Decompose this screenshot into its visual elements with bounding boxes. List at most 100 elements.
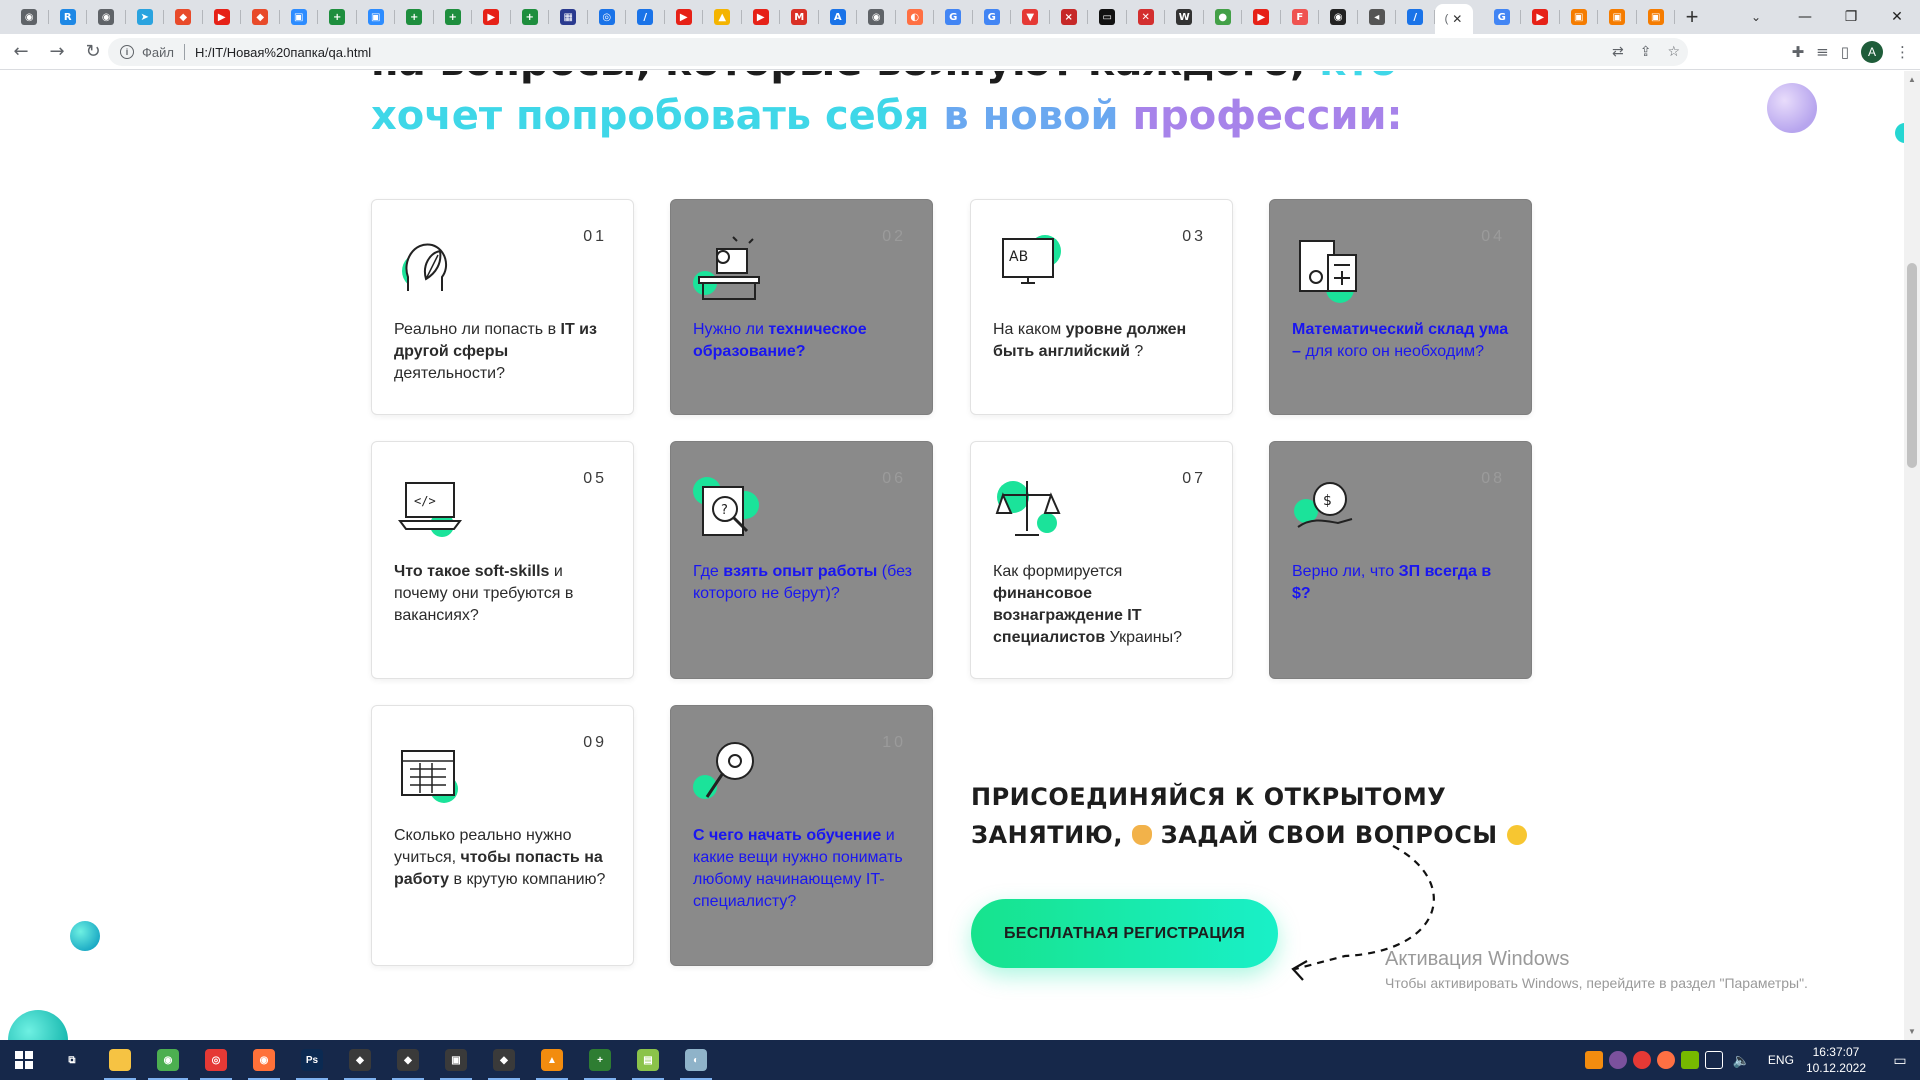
- pinned-tab[interactable]: ◆: [164, 0, 203, 34]
- translate-icon[interactable]: ⇄: [1612, 44, 1624, 60]
- viber-tray-icon[interactable]: [1609, 1051, 1628, 1069]
- close-window-icon[interactable]: ✕: [1874, 0, 1920, 34]
- pinned-tab[interactable]: +: [434, 0, 473, 34]
- question-card[interactable]: 05 </> Что такое soft-skills и почему они …: [371, 441, 634, 679]
- pinned-tab[interactable]: ●: [1204, 0, 1243, 34]
- pinned-tab[interactable]: ▭: [1088, 0, 1127, 34]
- taskbar-app[interactable]: ◐: [672, 1040, 720, 1080]
- tab-active[interactable]: ( ✕: [1434, 4, 1473, 34]
- pinned-tab[interactable]: ▣: [1637, 0, 1676, 34]
- taskbar-app[interactable]: ◆: [336, 1040, 384, 1080]
- taskbar-app[interactable]: ◉: [240, 1040, 288, 1080]
- pinned-tab[interactable]: G: [1483, 0, 1522, 34]
- question-card[interactable]: 04 Математический склад ума – для кого он…: [1269, 199, 1532, 415]
- side-panel-icon[interactable]: ▯: [1841, 43, 1849, 61]
- pinned-tab[interactable]: ◉: [87, 0, 126, 34]
- taskbar-app[interactable]: ▲: [528, 1040, 576, 1080]
- pinned-tab[interactable]: +: [511, 0, 550, 34]
- reading-list-icon[interactable]: ≡: [1816, 43, 1829, 61]
- pinned-tab[interactable]: G: [934, 0, 973, 34]
- reload-icon[interactable]: ↻: [78, 37, 108, 67]
- pinned-tab[interactable]: ▲: [703, 0, 742, 34]
- new-tab-button[interactable]: +: [1675, 4, 1709, 30]
- pinned-tab[interactable]: +: [318, 0, 357, 34]
- pinned-tab[interactable]: A: [819, 0, 858, 34]
- pinned-tab[interactable]: ◉: [10, 0, 49, 34]
- scroll-up-icon[interactable]: ▲: [1908, 75, 1916, 84]
- tab-close-icon[interactable]: ✕: [1452, 12, 1462, 26]
- pinned-tab[interactable]: +: [395, 0, 434, 34]
- pinned-tab[interactable]: ▣: [357, 0, 396, 34]
- taskbar-app[interactable]: +: [576, 1040, 624, 1080]
- question-card[interactable]: 01 Реально ли попасть в IT из другой сфер…: [371, 199, 634, 415]
- pinned-tab[interactable]: ➤: [126, 0, 165, 34]
- question-card[interactable]: 02 Нужно ли техническое образование?: [670, 199, 933, 415]
- pinned-tab[interactable]: ✕: [1127, 0, 1166, 34]
- free-registration-button[interactable]: БЕСПЛАТНАЯ РЕГИСТРАЦИЯ: [971, 899, 1278, 968]
- pinned-tab[interactable]: ▶: [203, 0, 242, 34]
- minimize-icon[interactable]: —: [1782, 0, 1828, 34]
- pinned-tab[interactable]: R: [49, 0, 88, 34]
- question-card[interactable]: 03 AB На каком уровне должен быть английск…: [970, 199, 1233, 415]
- pinned-tab[interactable]: ▼: [1011, 0, 1050, 34]
- extensions-icon[interactable]: ✚: [1792, 43, 1805, 61]
- app-tray-icon[interactable]: [1633, 1051, 1652, 1069]
- volume-icon[interactable]: 🔈: [1732, 1052, 1749, 1069]
- pinned-tab[interactable]: ◐: [896, 0, 935, 34]
- app-tray-icon-2[interactable]: [1657, 1051, 1676, 1069]
- taskbar-app[interactable]: Ps: [288, 1040, 336, 1080]
- pinned-tab[interactable]: /: [626, 0, 665, 34]
- taskbar-app[interactable]: ▣: [432, 1040, 480, 1080]
- question-card[interactable]: 07 Как формируется финансовое вознагражде…: [970, 441, 1233, 679]
- pinned-tab[interactable]: /: [1396, 0, 1435, 34]
- pinned-tab[interactable]: ▣: [1560, 0, 1599, 34]
- info-icon[interactable]: i: [120, 45, 134, 59]
- forward-icon[interactable]: →: [42, 37, 72, 67]
- taskbar-app[interactable]: ◆: [480, 1040, 528, 1080]
- taskbar-app[interactable]: ◎: [192, 1040, 240, 1080]
- pinned-tab[interactable]: ▶: [1242, 0, 1281, 34]
- nvidia-tray-icon[interactable]: [1681, 1051, 1700, 1069]
- notifications-icon[interactable]: ▭: [1880, 1040, 1920, 1080]
- pinned-tab[interactable]: ▶: [742, 0, 781, 34]
- taskbar-app[interactable]: [96, 1040, 144, 1080]
- address-url[interactable]: H:/IT/Новая%20папка/qa.html: [195, 45, 371, 60]
- pinned-tab[interactable]: ▣: [1598, 0, 1637, 34]
- pinned-tab[interactable]: F: [1281, 0, 1320, 34]
- windows-start-icon[interactable]: [0, 1040, 48, 1080]
- question-card[interactable]: 09 Сколько реально нужно учиться, чтобы п…: [371, 705, 634, 966]
- pinned-tab[interactable]: W: [1165, 0, 1204, 34]
- pinned-tab[interactable]: ×: [1050, 0, 1089, 34]
- taskbar-app[interactable]: ▤: [624, 1040, 672, 1080]
- share-icon[interactable]: ⇪: [1640, 44, 1652, 60]
- taskbar-app[interactable]: ◆: [384, 1040, 432, 1080]
- pinned-tab[interactable]: ▶: [665, 0, 704, 34]
- language-indicator[interactable]: ENG: [1768, 1053, 1794, 1067]
- pinned-tab[interactable]: ◉: [1319, 0, 1358, 34]
- pinned-tab[interactable]: ▦: [549, 0, 588, 34]
- question-card[interactable]: 10 С чего начать обучение и какие вещи ну…: [670, 705, 933, 966]
- menu-kebab-icon[interactable]: ⋮: [1895, 43, 1910, 61]
- pinned-tab[interactable]: ◂: [1358, 0, 1397, 34]
- network-icon[interactable]: [1705, 1051, 1724, 1069]
- bookmark-star-icon[interactable]: ☆: [1667, 44, 1680, 60]
- pinned-tab[interactable]: M: [780, 0, 819, 34]
- pinned-tab[interactable]: ◆: [241, 0, 280, 34]
- profile-avatar[interactable]: A: [1861, 41, 1883, 63]
- address-bar[interactable]: i Файл H:/IT/Новая%20папка/qa.html ⇄ ⇪ ☆: [108, 38, 1688, 66]
- taskbar-clock[interactable]: 16:37:07 10.12.2022: [1806, 1044, 1866, 1076]
- tab-search-chevron-icon[interactable]: ⌄: [1738, 0, 1774, 34]
- pinned-tab[interactable]: ▶: [472, 0, 511, 34]
- pinned-tab[interactable]: ◉: [857, 0, 896, 34]
- scrollbar-thumb[interactable]: [1907, 263, 1917, 468]
- taskbar-app[interactable]: ◉: [144, 1040, 192, 1080]
- taskbar-app[interactable]: ⧉: [48, 1040, 96, 1080]
- scroll-down-icon[interactable]: ▼: [1908, 1027, 1916, 1036]
- pinned-tab[interactable]: ▶: [1521, 0, 1560, 34]
- pinned-tab[interactable]: ◎: [588, 0, 627, 34]
- restore-icon[interactable]: ❐: [1828, 0, 1874, 34]
- pinned-tab[interactable]: G: [973, 0, 1012, 34]
- vlc-tray-icon[interactable]: [1585, 1051, 1604, 1069]
- page-scrollbar[interactable]: ▲ ▼: [1904, 71, 1920, 1040]
- back-icon[interactable]: ←: [6, 37, 36, 67]
